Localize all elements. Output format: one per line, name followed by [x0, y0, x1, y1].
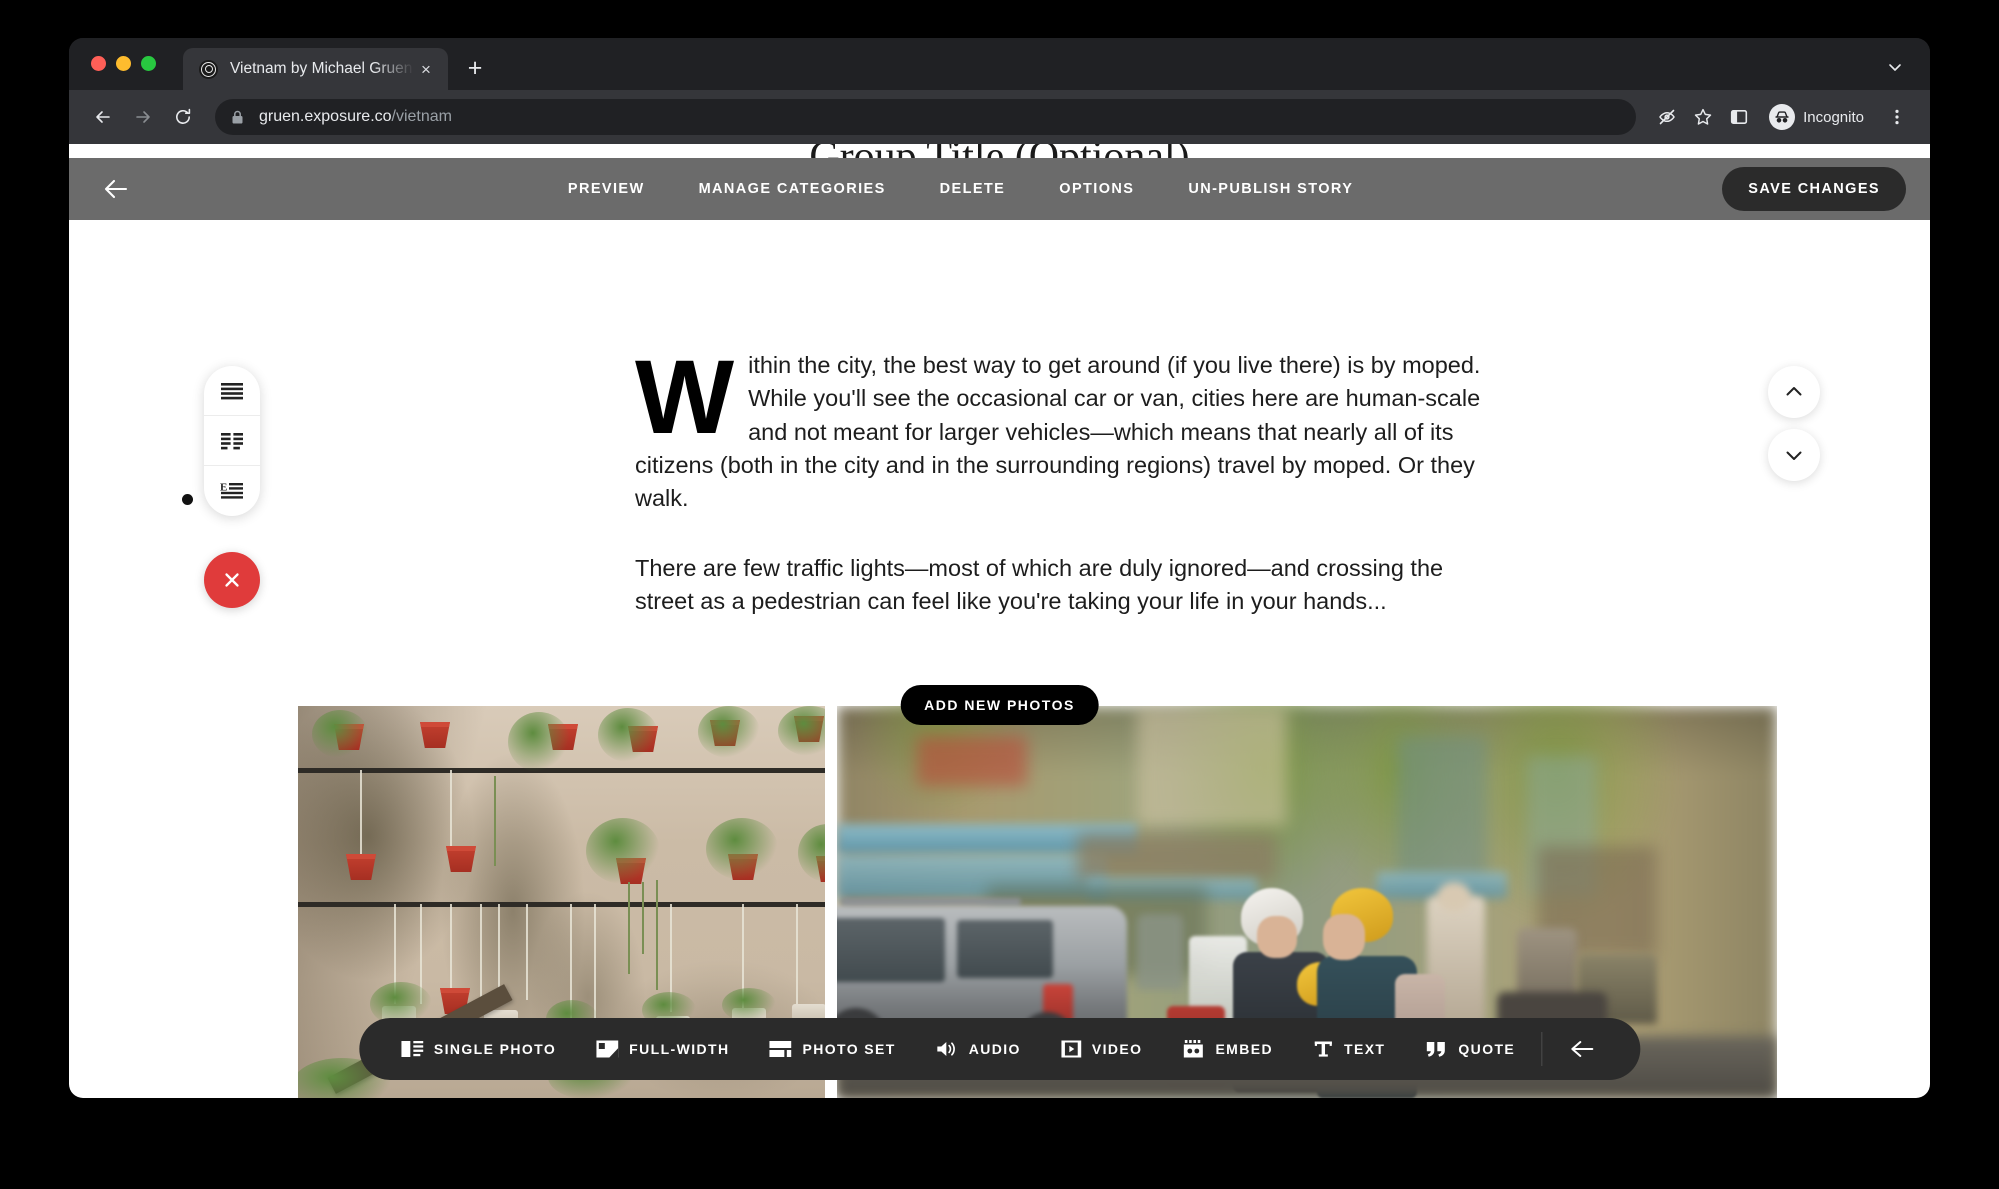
insert-single-photo-button[interactable]: SINGLE PHOTO	[381, 1040, 576, 1058]
add-new-photos-button[interactable]: ADD NEW PHOTOS	[900, 685, 1099, 725]
profile-chip[interactable]: Incognito	[1764, 100, 1878, 134]
exposure-logo-icon	[199, 59, 218, 79]
insert-embed-button[interactable]: EMBED	[1162, 1040, 1293, 1058]
forward-arrow-icon[interactable]	[125, 99, 161, 135]
block-type-picker: E	[204, 366, 260, 516]
quote-icon	[1425, 1040, 1447, 1058]
editor-menu-item-preview[interactable]: PREVIEW	[568, 181, 645, 197]
side-panel-icon[interactable]	[1722, 100, 1756, 134]
insert-text-button[interactable]: TEXT	[1293, 1040, 1405, 1058]
kebab-menu-icon[interactable]	[1880, 100, 1914, 134]
tab-strip: Vietnam by Michael Gruen - Ex × +	[69, 38, 1930, 90]
lock-icon	[229, 109, 245, 125]
editor-back-button[interactable]	[93, 166, 139, 212]
insert-photo-set-button[interactable]: PHOTO SET	[749, 1040, 915, 1058]
browser-toolbar: gruen.exposure.co/vietnam Incognito	[69, 90, 1930, 144]
audio-icon	[936, 1040, 958, 1058]
insert-quote-label: QUOTE	[1458, 1041, 1516, 1057]
incognito-icon	[1769, 104, 1796, 130]
full-width-icon	[596, 1040, 619, 1058]
insert-back-button[interactable]	[1548, 1039, 1618, 1059]
chevron-down-icon[interactable]	[1882, 54, 1908, 80]
article-body: Within the city, the best way to get aro…	[635, 339, 1501, 619]
text-two-column-icon[interactable]	[204, 416, 260, 466]
reload-icon[interactable]	[165, 99, 201, 135]
move-controls	[1768, 366, 1820, 481]
insert-photo-set-label: PHOTO SET	[802, 1041, 896, 1057]
editor-menu: PREVIEW MANAGE CATEGORIES DELETE OPTIONS…	[139, 181, 1722, 197]
url-domain: gruen.exposure.co	[259, 108, 392, 125]
move-up-button[interactable]	[1768, 366, 1820, 418]
maximize-window-button[interactable]	[141, 56, 156, 71]
insert-video-label: VIDEO	[1091, 1041, 1143, 1057]
editor-menu-item-options[interactable]: OPTIONS	[1059, 181, 1134, 197]
close-window-button[interactable]	[91, 56, 106, 71]
browser-window: Vietnam by Michael Gruen - Ex × + gruen.…	[69, 38, 1930, 1098]
insert-text-label: TEXT	[1344, 1041, 1386, 1057]
insert-audio-label: AUDIO	[968, 1041, 1021, 1057]
insert-toolbar: SINGLE PHOTO FULL-WIDTH PHOTO SET AUDIO …	[358, 1018, 1641, 1080]
editor-menu-item-manage-categories[interactable]: MANAGE CATEGORIES	[699, 181, 886, 197]
eye-slash-icon[interactable]	[1650, 100, 1684, 134]
back-arrow-icon[interactable]	[85, 99, 121, 135]
insert-full-width-label: FULL-WIDTH	[629, 1041, 730, 1057]
editor-toolbar: PREVIEW MANAGE CATEGORIES DELETE OPTIONS…	[69, 158, 1930, 220]
single-photo-icon	[400, 1040, 423, 1058]
minimize-window-button[interactable]	[116, 56, 131, 71]
paragraph-1[interactable]: Within the city, the best way to get aro…	[635, 339, 1501, 516]
profile-label: Incognito	[1803, 108, 1864, 126]
editor-menu-item-un-publish-story[interactable]: UN-PUBLISH STORY	[1188, 181, 1353, 197]
insert-audio-button[interactable]: AUDIO	[916, 1040, 1041, 1058]
insert-full-width-button[interactable]: FULL-WIDTH	[576, 1040, 749, 1058]
address-bar[interactable]: gruen.exposure.co/vietnam	[215, 99, 1637, 135]
toolbar-divider	[1541, 1032, 1543, 1066]
url-text: gruen.exposure.co/vietnam	[259, 108, 452, 126]
browser-tab[interactable]: Vietnam by Michael Gruen - Ex ×	[183, 48, 448, 90]
close-icon[interactable]: ×	[414, 57, 438, 81]
editor-menu-item-delete[interactable]: DELETE	[940, 181, 1006, 197]
text-icon	[1313, 1040, 1333, 1058]
embed-icon	[1182, 1040, 1204, 1058]
toolbar-right-icons: Incognito	[1650, 100, 1914, 134]
text-drop-cap-icon[interactable]: E	[204, 466, 260, 516]
photo-set-icon	[769, 1040, 792, 1058]
text-full-width-icon[interactable]	[204, 366, 260, 416]
window-traffic-lights	[91, 56, 156, 71]
tab-title: Vietnam by Michael Gruen - Ex	[230, 60, 414, 77]
video-icon	[1060, 1040, 1081, 1058]
new-tab-button[interactable]: +	[456, 49, 494, 87]
svg-text:E: E	[220, 482, 227, 494]
insert-quote-button[interactable]: QUOTE	[1405, 1040, 1535, 1058]
paragraph-2[interactable]: There are few traffic lights—most of whi…	[635, 552, 1501, 619]
insert-video-button[interactable]: VIDEO	[1041, 1040, 1163, 1058]
star-icon[interactable]	[1686, 100, 1720, 134]
close-block-button[interactable]	[204, 552, 260, 608]
insert-single-photo-label: SINGLE PHOTO	[433, 1041, 557, 1057]
page-content: Group Title (Optional) PREVIEW MANAGE CA…	[69, 144, 1930, 1098]
move-down-button[interactable]	[1768, 429, 1820, 481]
save-changes-button[interactable]: SAVE CHANGES	[1722, 167, 1906, 211]
insert-embed-label: EMBED	[1215, 1041, 1273, 1057]
url-path: /vietnam	[391, 108, 452, 125]
block-selected-indicator	[182, 494, 193, 505]
